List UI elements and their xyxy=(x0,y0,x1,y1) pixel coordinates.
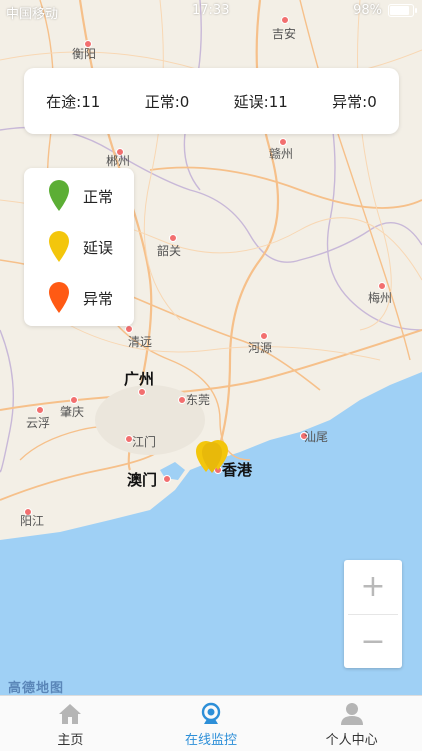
place-hengyang: 衡阳 xyxy=(72,47,97,61)
place-qingyuan: 清远 xyxy=(128,335,153,349)
place-dongguan: 东莞 xyxy=(186,393,211,407)
legend-item-delayed: 延误 xyxy=(48,231,113,263)
summary-delayed[interactable]: 延误:11 xyxy=(234,91,288,112)
city-dot xyxy=(169,234,177,242)
city-dot xyxy=(163,475,171,483)
city-dot xyxy=(125,325,133,333)
tab-label: 主页 xyxy=(57,733,84,748)
bottom-tab-bar: 主页 在线监控 个人中心 xyxy=(0,695,422,751)
place-heyuan: 河源 xyxy=(248,341,273,355)
yellow-pin-icon xyxy=(49,231,69,262)
place-jiangmen: 江门 xyxy=(132,435,157,449)
monitor-icon xyxy=(201,702,221,724)
tab-label: 个人中心 xyxy=(325,733,378,748)
tab-profile[interactable]: 个人中心 xyxy=(281,696,422,751)
summary-in-transit[interactable]: 在途:11 xyxy=(46,91,100,112)
legend-item-normal: 正常 xyxy=(48,180,113,212)
place-shaoguan: 韶关 xyxy=(157,244,182,258)
legend-label: 正常 xyxy=(83,187,114,206)
legend-label: 延误 xyxy=(83,238,114,257)
place-chenzhou: 郴州 xyxy=(106,154,131,168)
summary-abnormal[interactable]: 异常:0 xyxy=(332,91,377,112)
city-dot xyxy=(36,406,44,414)
tab-online-monitor[interactable]: 在线监控 xyxy=(141,696,282,751)
battery-icon xyxy=(388,4,417,17)
clock: 17:33 xyxy=(192,3,230,18)
place-shanwei: 汕尾 xyxy=(304,430,329,444)
map-legend: 正常 延误 异常 xyxy=(24,168,134,326)
orange-pin-icon xyxy=(49,282,69,313)
city-dot xyxy=(138,388,146,396)
status-summary-card: 在途:11 正常:0 延误:11 异常:0 xyxy=(24,68,399,134)
summary-normal[interactable]: 正常:0 xyxy=(145,91,190,112)
place-guangzhou: 广州 xyxy=(124,370,155,388)
place-meizhou: 梅州 xyxy=(368,291,393,305)
legend-item-abnormal: 异常 xyxy=(48,282,113,314)
place-jian: 吉安 xyxy=(272,27,297,41)
zoom-control: + − xyxy=(344,560,402,668)
place-yunfu: 云浮 xyxy=(26,416,51,430)
green-pin-icon xyxy=(49,180,69,211)
user-icon xyxy=(340,703,363,725)
city-dot xyxy=(178,396,186,404)
delayed-marker-cluster[interactable] xyxy=(194,440,236,476)
tab-label: 在线监控 xyxy=(185,733,238,748)
place-ganzhou: 赣州 xyxy=(269,147,294,161)
status-right: 98% xyxy=(353,3,417,18)
legend-label: 异常 xyxy=(83,289,114,308)
status-bar: 中国移动 17:33 98% xyxy=(0,0,422,22)
tab-home[interactable]: 主页 xyxy=(0,696,141,751)
zoom-in-button[interactable]: + xyxy=(344,560,402,613)
place-macau: 澳门 xyxy=(127,471,158,489)
zoom-out-button[interactable]: − xyxy=(344,615,402,668)
home-icon xyxy=(59,704,82,724)
place-zhaoqing: 肇庆 xyxy=(60,405,85,419)
carrier-label: 中国移动 xyxy=(6,7,59,22)
place-yangjiang: 阳江 xyxy=(20,514,45,528)
map-provider-logo: 高德地图 xyxy=(8,681,65,696)
battery-percent: 98% xyxy=(353,3,382,18)
